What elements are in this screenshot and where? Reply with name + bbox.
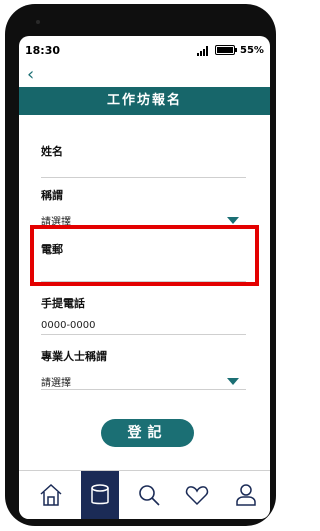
camera-dot <box>36 20 40 24</box>
battery-icon <box>215 45 235 55</box>
search-icon <box>139 485 160 506</box>
mobile-label: 手提電話 <box>41 297 85 310</box>
user-icon <box>236 484 256 506</box>
mobile-underline <box>41 334 246 335</box>
tab-profile[interactable] <box>227 471 265 519</box>
phone-frame: 18:30 55% ‹ 工作坊報名 姓名 稱謂 請選擇 電郵 手提電話 0000… <box>5 4 276 526</box>
tab-search[interactable] <box>130 471 168 519</box>
mobile-field[interactable]: 0000-0000 <box>41 320 96 331</box>
name-field[interactable] <box>41 177 246 178</box>
register-button[interactable]: 登記 <box>101 419 194 447</box>
chevron-down-icon[interactable] <box>227 378 239 385</box>
tab-database[interactable] <box>81 471 119 519</box>
heart-icon <box>185 486 209 506</box>
header-bar: 工作坊報名 <box>19 87 270 115</box>
status-time: 18:30 <box>25 44 61 57</box>
battery-tip <box>235 48 237 52</box>
home-icon <box>40 483 62 506</box>
tab-bar <box>19 470 270 519</box>
battery-percent: 55% <box>240 45 264 56</box>
back-icon[interactable]: ‹ <box>27 66 34 84</box>
email-highlight-box <box>30 225 259 286</box>
database-icon <box>91 484 109 505</box>
page-title: 工作坊報名 <box>106 93 182 108</box>
professional-title-select-value[interactable]: 請選擇 <box>41 374 71 389</box>
screen: 18:30 55% ‹ 工作坊報名 姓名 稱謂 請選擇 電郵 手提電話 0000… <box>19 36 270 519</box>
professional-title-underline <box>41 389 246 390</box>
signal-icon <box>197 46 211 56</box>
professional-title-label: 專業人士稱謂 <box>41 350 107 363</box>
chevron-down-icon[interactable] <box>227 217 239 224</box>
name-label: 姓名 <box>41 145 63 158</box>
tab-favorites[interactable] <box>178 471 216 519</box>
title-label: 稱謂 <box>41 189 63 202</box>
tab-home[interactable] <box>32 471 70 519</box>
status-bar: 18:30 55% <box>19 36 270 62</box>
